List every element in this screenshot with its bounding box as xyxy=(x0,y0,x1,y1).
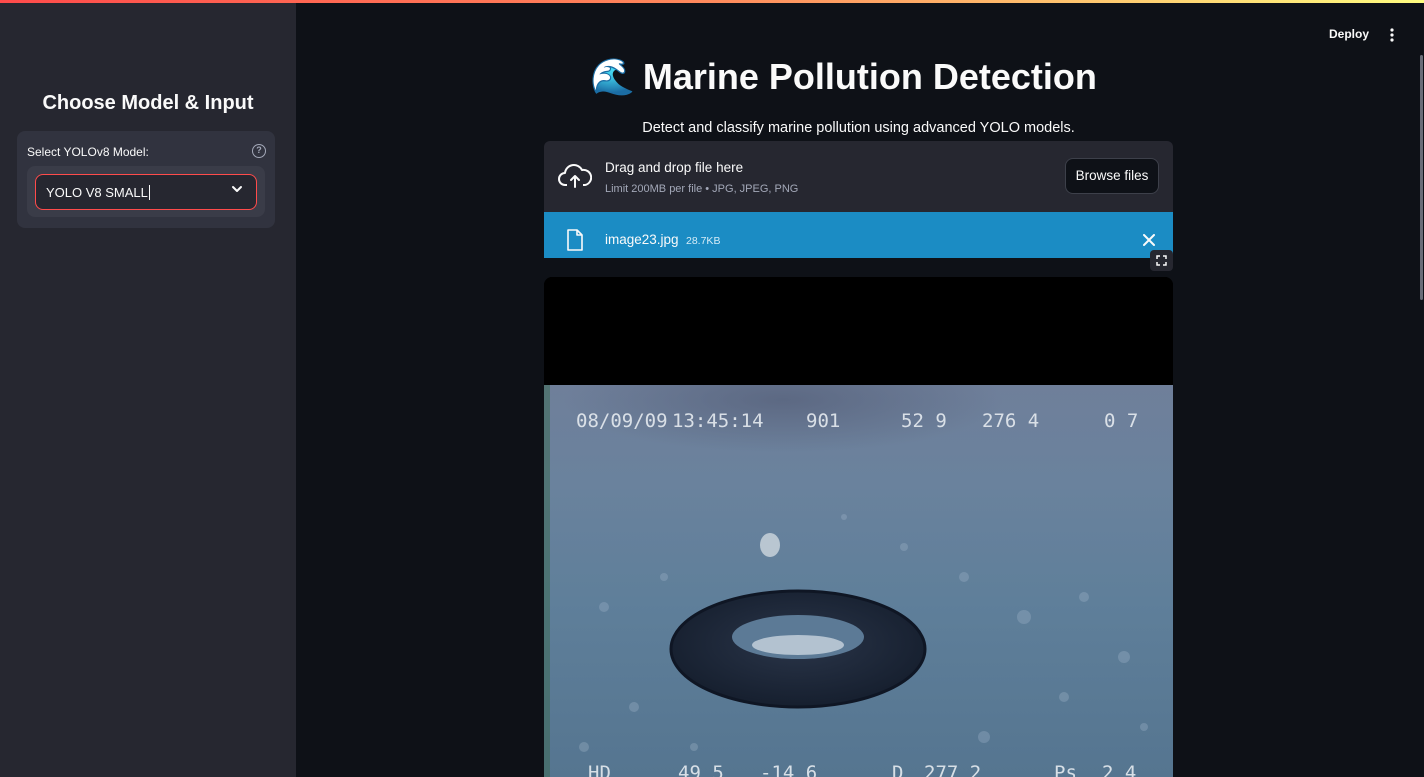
top-decoration-bar xyxy=(0,0,1424,3)
deploy-button[interactable]: Deploy xyxy=(1329,27,1369,41)
help-icon[interactable]: ? xyxy=(252,144,266,158)
close-icon[interactable] xyxy=(1143,234,1155,246)
model-select-value: YOLO V8 SMALL xyxy=(46,185,150,200)
underwater-photo: 08/09/09 13:45:14 901 52 9 276 4 0 7 HD … xyxy=(544,277,1173,777)
overlay-bottom-1: 49 5 xyxy=(678,762,724,777)
overlay-date: 08/09/09 xyxy=(576,410,668,432)
overlay-time: 13:45:14 xyxy=(672,410,764,432)
model-select-dropdown[interactable]: YOLO V8 SMALL xyxy=(35,174,257,210)
fullscreen-icon xyxy=(1156,255,1167,266)
page-title: 🌊 Marine Pollution Detection xyxy=(590,56,1097,98)
overlay-bottom-6: 2 4 xyxy=(1102,762,1136,777)
text-cursor xyxy=(148,185,150,200)
overlay-depth: 901 xyxy=(806,410,840,432)
kebab-menu-icon[interactable] xyxy=(1388,27,1396,43)
cloud-upload-icon xyxy=(558,164,592,188)
chevron-down-icon xyxy=(232,186,242,192)
overlay-value-b: 276 4 xyxy=(982,410,1039,432)
page-scrollbar[interactable] xyxy=(1420,55,1423,300)
uploaded-file-size: 28.7KB xyxy=(686,235,721,247)
uploaded-file-name: image23.jpg xyxy=(605,232,679,247)
model-select-card: Select YOLOv8 Model: ? YOLO V8 SMALL xyxy=(17,131,275,228)
overlay-value-a: 52 9 xyxy=(901,410,947,432)
browse-files-button[interactable]: Browse files xyxy=(1065,158,1159,194)
sidebar: Choose Model & Input Select YOLOv8 Model… xyxy=(0,0,296,777)
uploader-limit: Limit 200MB per file • JPG, JPEG, PNG xyxy=(605,183,799,195)
uploaded-file-row: image23.jpg 28.7KB xyxy=(544,212,1173,258)
uploader-title: Drag and drop file here xyxy=(605,160,744,175)
overlay-bottom-4: 277 2 xyxy=(924,762,981,777)
model-select-wrapper: YOLO V8 SMALL xyxy=(27,166,265,217)
model-select-label: Select YOLOv8 Model: xyxy=(27,145,149,159)
fullscreen-button[interactable] xyxy=(1150,250,1173,271)
overlay-bottom-5: Ps xyxy=(1054,762,1077,777)
wave-icon: 🌊 xyxy=(590,56,635,97)
page-subtitle: Detect and classify marine pollution usi… xyxy=(642,120,1075,136)
page-title-text: Marine Pollution Detection xyxy=(642,56,1097,97)
overlay-bottom-3: D xyxy=(892,762,903,777)
uploaded-image: 08/09/09 13:45:14 901 52 9 276 4 0 7 HD … xyxy=(544,277,1173,777)
file-uploader-dropzone[interactable]: Drag and drop file here Limit 200MB per … xyxy=(544,141,1173,212)
overlay-bottom-0: HD xyxy=(588,762,611,777)
sidebar-title: Choose Model & Input xyxy=(42,92,254,114)
overlay-bottom-2: -14 6 xyxy=(760,762,817,777)
overlay-value-c: 0 7 xyxy=(1104,410,1138,432)
file-icon xyxy=(567,229,583,251)
